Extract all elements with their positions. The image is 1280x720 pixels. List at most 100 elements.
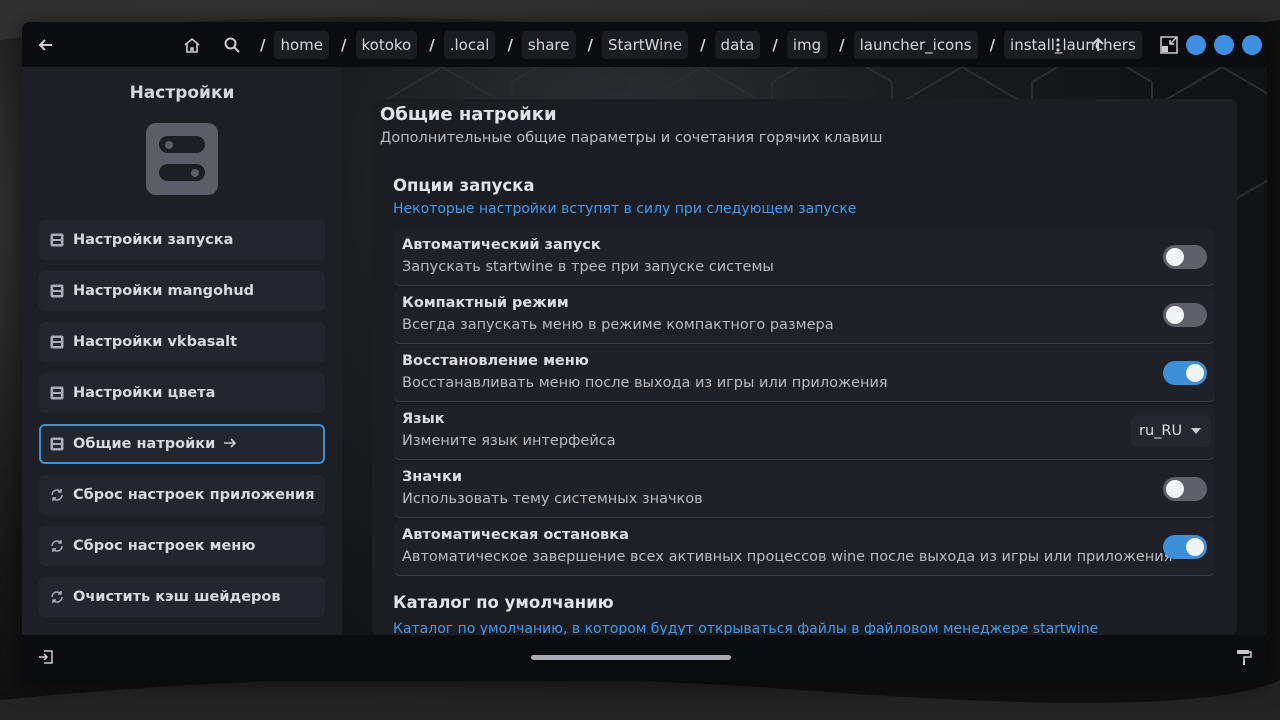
- setting-title: Автоматическая остановка: [402, 527, 629, 543]
- minimize-button[interactable]: [1186, 35, 1206, 55]
- sidebar-item-label: Сброс настроек приложения: [73, 487, 315, 503]
- toggle-knob: [1186, 364, 1204, 382]
- restore-menu-toggle[interactable]: [1163, 361, 1207, 385]
- up-arrow-icon[interactable]: [1086, 33, 1110, 57]
- breadcrumb-item[interactable]: img: [786, 30, 828, 59]
- breadcrumb: / home / kotoko / .local / share / Start…: [258, 29, 1152, 60]
- bottom-bar: [22, 635, 1267, 681]
- sidebar-item-label: Настройки vkbasalt: [73, 334, 238, 350]
- breadcrumb-item[interactable]: .local: [443, 30, 496, 59]
- setting-row-compact-mode: Компактный режим Всегда запускать меню в…: [394, 288, 1215, 344]
- sidebar-item-label: Очистить кэш шейдеров: [73, 589, 281, 605]
- logo-bar-top: [159, 136, 205, 153]
- breadcrumb-separator: /: [700, 35, 706, 54]
- maximize-button[interactable]: [1214, 35, 1234, 55]
- default-catalog-note: Каталог по умолчанию, в котором будут от…: [393, 621, 1099, 635]
- sidebar-item-color[interactable]: Настройки цвета: [39, 373, 325, 413]
- breadcrumb-separator: /: [429, 35, 435, 54]
- breadcrumb-separator: /: [772, 35, 778, 54]
- breadcrumb-separator: /: [587, 35, 593, 54]
- list-settings-icon: [49, 385, 65, 401]
- sidebar-item-label: Настройки запуска: [73, 232, 234, 248]
- breadcrumb-separator: /: [989, 35, 996, 54]
- default-catalog-title: Каталог по умолчанию: [393, 593, 614, 612]
- logo-knob: [165, 140, 173, 149]
- system-icons-toggle[interactable]: [1163, 477, 1207, 501]
- list-settings-icon: [49, 232, 65, 248]
- setting-description: Использовать тему системных значков: [402, 491, 703, 507]
- language-value: ru_RU: [1139, 423, 1183, 439]
- setting-description: Запускать startwine в трее при запуске с…: [402, 259, 774, 275]
- bottom-drag-handle[interactable]: [531, 655, 731, 660]
- exit-icon[interactable]: [36, 647, 56, 667]
- sidebar-item-reset-menu[interactable]: Сброс настроек меню: [39, 526, 325, 566]
- back-arrow-icon[interactable]: [34, 33, 58, 57]
- shrink-window-icon[interactable]: [1158, 34, 1180, 56]
- breadcrumb-item[interactable]: home: [274, 30, 330, 59]
- breadcrumb-separator: /: [341, 35, 347, 54]
- sidebar-item-reset-app[interactable]: Сброс настроек приложения: [39, 475, 325, 515]
- breadcrumb-item[interactable]: install_launchers: [1004, 30, 1142, 59]
- breadcrumb-item[interactable]: share: [521, 30, 576, 59]
- setting-row-icons: Значки Использовать тему системных значк…: [394, 462, 1215, 518]
- sidebar-item-label: Настройки mangohud: [73, 283, 255, 299]
- setting-description: Всегда запускать меню в режиме компактно…: [402, 317, 834, 333]
- breadcrumb-item[interactable]: launcher_icons: [853, 30, 978, 59]
- sidebar-item-launch-settings[interactable]: Настройки запуска: [39, 220, 325, 260]
- chevron-down-icon: [1191, 428, 1201, 434]
- setting-title: Компактный режим: [402, 295, 569, 311]
- logo-knob: [191, 168, 199, 177]
- page-title: Общие натройки: [380, 104, 557, 125]
- breadcrumb-item[interactable]: kotoko: [355, 30, 418, 59]
- sidebar-item-label: Сброс настроек меню: [73, 538, 256, 554]
- page-subtitle: Дополнительные общие параметры и сочетан…: [380, 130, 883, 146]
- toggle-knob: [1166, 306, 1184, 324]
- sidebar-item-label: Настройки цвета: [73, 385, 216, 401]
- breadcrumb-separator: /: [507, 35, 513, 54]
- setting-title: Язык: [402, 411, 445, 427]
- breadcrumb-item[interactable]: data: [714, 30, 761, 59]
- settings-toggle-logo-icon: [146, 123, 218, 195]
- sidebar-item-clear-shader-cache[interactable]: Очистить кэш шейдеров: [39, 577, 325, 617]
- setting-row-restore-menu: Восстановление меню Восстанавливать меню…: [394, 346, 1215, 402]
- refresh-icon: [49, 589, 65, 605]
- setting-description: Автоматическое завершение всех активных …: [402, 549, 1173, 565]
- list-settings-icon: [49, 334, 65, 350]
- breadcrumb-separator: /: [839, 35, 845, 54]
- sidebar-item-vkbasalt[interactable]: Настройки vkbasalt: [39, 322, 325, 362]
- sidebar-item-label: Общие натройки: [73, 436, 216, 452]
- list-settings-icon: [49, 283, 65, 299]
- toggle-knob: [1166, 248, 1184, 266]
- setting-description: Измените язык интерфейса: [402, 433, 616, 449]
- right-arrow-icon: [223, 435, 237, 453]
- sidebar-item-mangohud[interactable]: Настройки mangohud: [39, 271, 325, 311]
- logo-bar-bottom: [159, 164, 205, 181]
- setting-title: Автоматический запуск: [402, 237, 601, 253]
- setting-row-autostart: Автоматический запуск Запускать startwin…: [394, 230, 1215, 286]
- paint-roller-icon[interactable]: [1234, 647, 1254, 667]
- settings-panel: Общие натройки Дополнительные общие пара…: [372, 99, 1237, 635]
- sidebar-title: Настройки: [129, 83, 235, 103]
- autostop-toggle[interactable]: [1163, 535, 1207, 559]
- setting-description: Восстанавливать меню после выхода из игр…: [402, 375, 888, 391]
- autostart-toggle[interactable]: [1163, 245, 1207, 269]
- search-icon[interactable]: [220, 33, 244, 57]
- list-settings-icon: [49, 436, 65, 452]
- language-dropdown[interactable]: ru_RU: [1131, 415, 1211, 447]
- launch-options-title: Опции запуска: [393, 176, 535, 195]
- close-button[interactable]: [1242, 35, 1262, 55]
- setting-title: Восстановление меню: [402, 353, 589, 369]
- compact-mode-toggle[interactable]: [1163, 303, 1207, 327]
- setting-row-language: Язык Измените язык интерфейса ru_RU: [394, 404, 1215, 460]
- app-window: / home / kotoko / .local / share / Start…: [22, 22, 1267, 681]
- sidebar-item-general[interactable]: Общие натройки: [39, 424, 325, 464]
- toggle-knob: [1166, 480, 1184, 498]
- more-vertical-icon[interactable]: [1046, 33, 1070, 57]
- refresh-icon: [49, 538, 65, 554]
- header-bar: / home / kotoko / .local / share / Start…: [22, 22, 1267, 67]
- refresh-icon: [49, 487, 65, 503]
- home-icon[interactable]: [180, 33, 204, 57]
- breadcrumb-separator: /: [260, 35, 266, 54]
- breadcrumb-item[interactable]: StartWine: [602, 30, 689, 59]
- setting-row-autostop: Автоматическая остановка Автоматическое …: [394, 520, 1215, 576]
